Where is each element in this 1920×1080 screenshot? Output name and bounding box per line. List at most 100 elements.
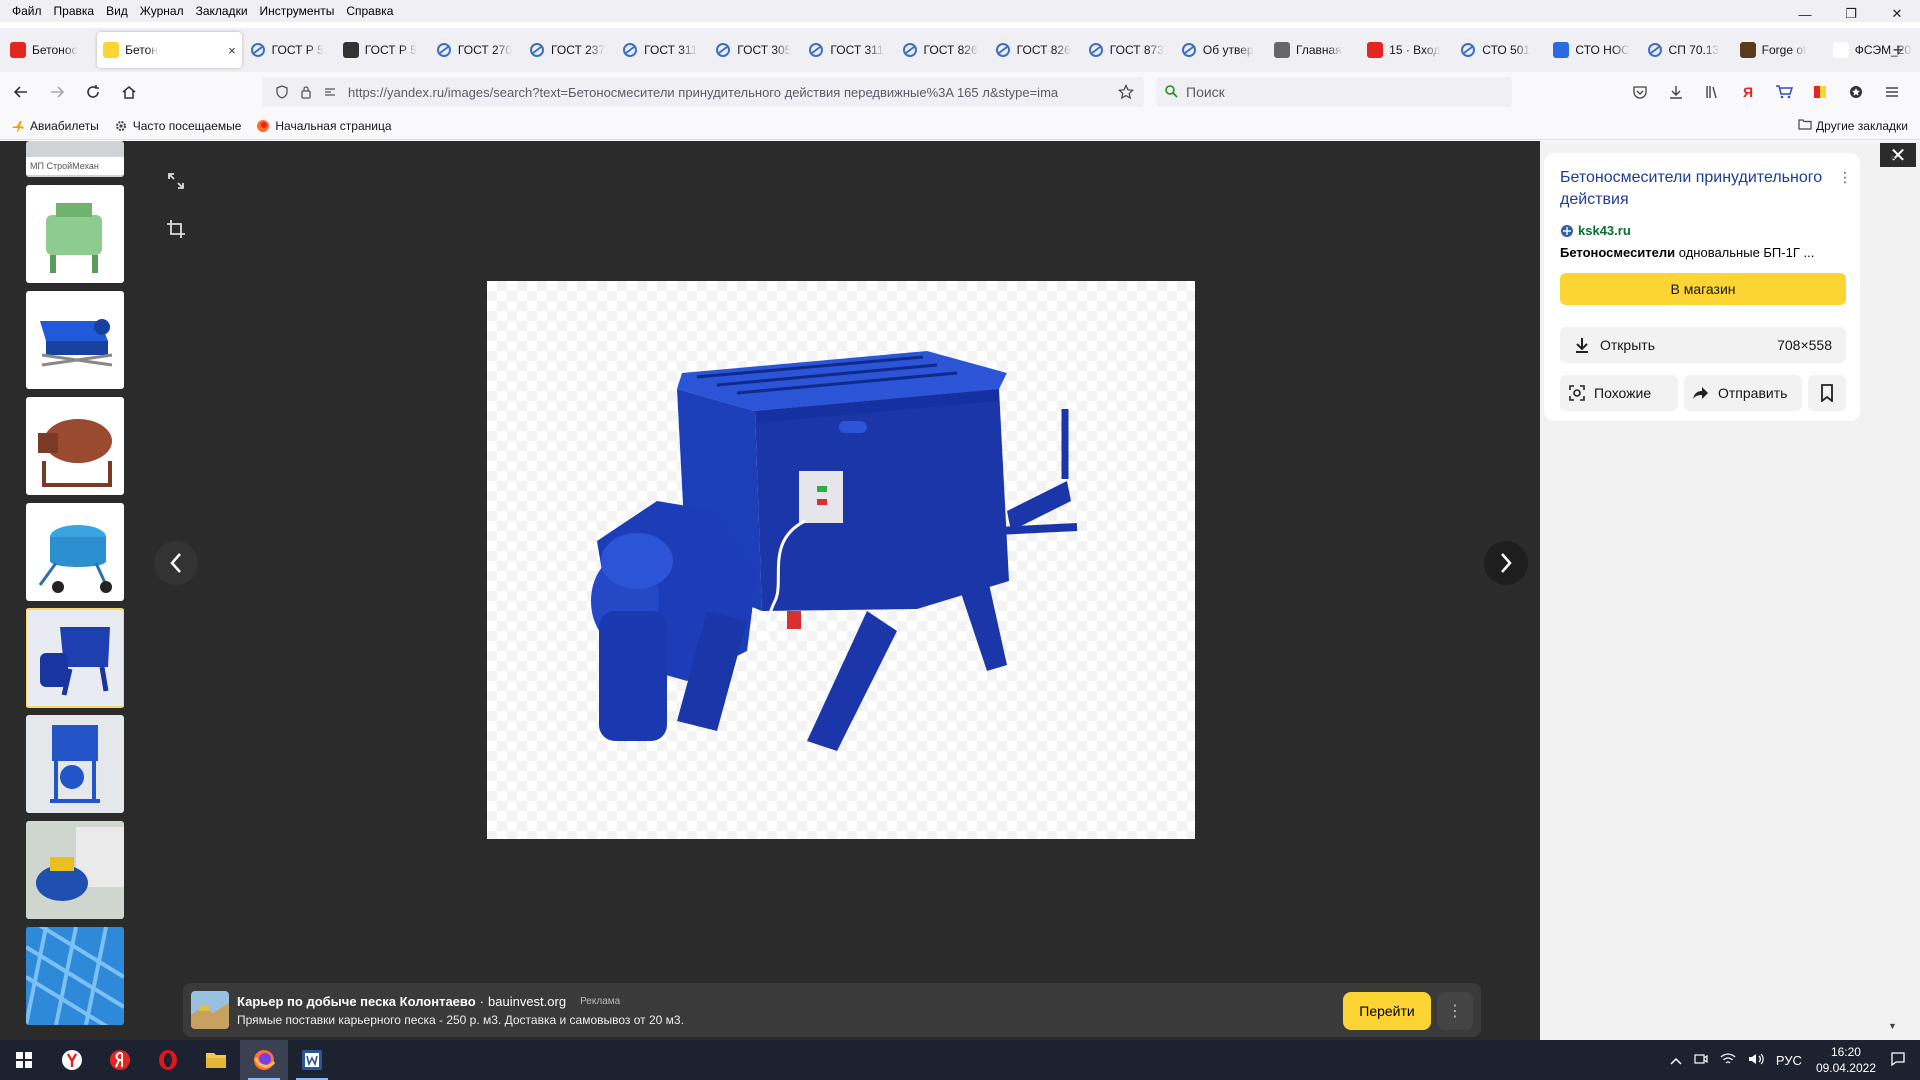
thumbnail-item-selected[interactable]	[26, 608, 124, 708]
taskbar-yandex-browser[interactable]	[48, 1040, 96, 1080]
site-link[interactable]: ksk43.ru	[1560, 223, 1631, 238]
similar-button[interactable]: Похожие	[1560, 375, 1678, 411]
bookmark-aviabilety[interactable]: Авиабилеты	[10, 118, 99, 134]
save-bookmark-button[interactable]	[1808, 375, 1846, 411]
shop-button[interactable]: В магазин	[1560, 273, 1846, 305]
browser-tab[interactable]: ГОСТ 311	[616, 32, 707, 68]
tray-chevron-up-icon[interactable]	[1670, 1053, 1682, 1068]
browser-tab[interactable]: ГОСТ Р 5	[244, 32, 335, 68]
taskbar-yandex[interactable]	[96, 1040, 144, 1080]
browser-tab[interactable]: ГОСТ 826	[896, 32, 987, 68]
browser-tab[interactable]: Главная	[1268, 32, 1359, 68]
thumbnail-item[interactable]	[26, 185, 124, 283]
lock-icon[interactable]	[294, 80, 318, 104]
menu-help[interactable]: Справка	[340, 4, 399, 18]
taskbar-firefox[interactable]	[240, 1040, 288, 1080]
flag-extension-icon[interactable]	[1802, 77, 1838, 107]
url-bar[interactable]: https://yandex.ru/images/search?text=Бет…	[262, 77, 1144, 107]
browser-tab[interactable]: СП 70.13	[1641, 32, 1732, 68]
thumbnail-item[interactable]	[26, 397, 124, 495]
downloads-icon[interactable]	[1658, 77, 1694, 107]
bookmark-most-visited[interactable]: Часто посещаемые	[113, 118, 241, 134]
clock[interactable]: 16:20 09.04.2022	[1816, 1044, 1876, 1076]
menu-tools[interactable]: Инструменты	[254, 4, 341, 18]
library-icon[interactable]	[1694, 77, 1730, 107]
bookmark-star-icon[interactable]	[1114, 80, 1138, 104]
browser-tab[interactable]: ГОСТ 311	[802, 32, 893, 68]
search-bar[interactable]: Поиск	[1156, 77, 1512, 107]
scroll-down-icon[interactable]: ▼	[1888, 1021, 1897, 1031]
cart-icon[interactable]	[1766, 77, 1802, 107]
browser-tab[interactable]: ГОСТ 826	[989, 32, 1080, 68]
browser-tab[interactable]: 15 · Вход	[1361, 32, 1452, 68]
ad-banner[interactable]: Карьер по добыче песка Колонтаево · baui…	[183, 983, 1481, 1037]
tracking-shield-icon[interactable]	[270, 80, 294, 104]
thumbnail-item[interactable]	[26, 503, 124, 601]
close-viewer-button[interactable]: ✕	[1880, 143, 1916, 167]
reload-button[interactable]	[78, 77, 108, 107]
pocket-icon[interactable]	[1622, 77, 1658, 107]
share-button[interactable]: Отправить	[1684, 375, 1802, 411]
browser-tab[interactable]: ГОСТ 270	[430, 32, 521, 68]
taskbar-opera[interactable]	[144, 1040, 192, 1080]
forward-button[interactable]	[42, 77, 72, 107]
menu-file[interactable]: Файл	[6, 4, 48, 18]
fullscreen-icon[interactable]	[160, 165, 192, 197]
volume-icon[interactable]	[1748, 1052, 1764, 1069]
yandex-bar-icon[interactable]: Я	[1730, 77, 1766, 107]
taskbar-word[interactable]	[288, 1040, 336, 1080]
menu-edit[interactable]: Правка	[48, 4, 101, 18]
browser-tab[interactable]: ГОСТ 305	[709, 32, 800, 68]
browser-tab[interactable]: Бетонос	[4, 32, 95, 68]
minimize-button[interactable]: —	[1782, 0, 1828, 28]
open-image-button[interactable]: Открыть 708×558	[1560, 327, 1846, 363]
permissions-icon[interactable]	[318, 80, 342, 104]
ad-go-button[interactable]: Перейти	[1343, 992, 1431, 1030]
thumbnail-item[interactable]	[26, 821, 124, 919]
main-image[interactable]	[487, 281, 1195, 839]
new-tab-button[interactable]: +	[1884, 36, 1912, 64]
taskbar-file-explorer[interactable]	[192, 1040, 240, 1080]
product-title[interactable]: Бетоносмесители принудительного действия	[1560, 167, 1840, 211]
home-button[interactable]	[114, 77, 144, 107]
thumbnail-item[interactable]	[26, 715, 124, 813]
meet-now-icon[interactable]	[1694, 1052, 1708, 1069]
back-button[interactable]	[6, 77, 36, 107]
menu-view[interactable]: Вид	[100, 4, 134, 18]
close-window-button[interactable]: ✕	[1874, 0, 1920, 28]
browser-tab[interactable]: ГОСТ Р 5	[337, 32, 428, 68]
browser-tab[interactable]: ГОСТ 237	[523, 32, 614, 68]
bookmark-home-page[interactable]: Начальная страница	[255, 118, 392, 134]
menu-bookmarks[interactable]: Закладки	[190, 4, 254, 18]
browser-tab[interactable]: Forge of	[1734, 32, 1825, 68]
ad-more-button[interactable]: ⋮	[1437, 992, 1473, 1030]
next-image-button[interactable]	[1484, 541, 1528, 585]
url-text[interactable]: https://yandex.ru/images/search?text=Бет…	[348, 85, 1114, 100]
ad-title[interactable]: Карьер по добыче песка Колонтаево	[237, 994, 476, 1009]
browser-tab[interactable]: Бетон ×	[97, 32, 242, 68]
tab-close-button[interactable]: ×	[228, 43, 236, 58]
wifi-icon[interactable]	[1720, 1052, 1736, 1069]
thumbnail-item[interactable]: МП СтройМехан	[26, 141, 124, 177]
browser-tab[interactable]: СТО НОС	[1547, 32, 1638, 68]
previous-image-button[interactable]	[154, 541, 198, 585]
clock-date: 09.04.2022	[1815, 1061, 1876, 1075]
hamburger-menu-icon[interactable]	[1874, 77, 1910, 107]
notifications-icon[interactable]	[1890, 1051, 1906, 1070]
panel-scrollbar[interactable]: ▲ ▼	[1888, 151, 1898, 1031]
browser-tab[interactable]: СТО 501	[1454, 32, 1545, 68]
crop-icon[interactable]	[160, 213, 192, 245]
start-button[interactable]	[0, 1040, 48, 1080]
browser-tab[interactable]: ГОСТ 873	[1082, 32, 1173, 68]
scroll-up-icon[interactable]: ▲	[1888, 151, 1897, 161]
other-bookmarks[interactable]: Другие закладки	[1798, 118, 1908, 133]
restore-button[interactable]: ❐	[1828, 0, 1874, 28]
extension-icon[interactable]	[1838, 77, 1874, 107]
thumbnail-item[interactable]	[26, 291, 124, 389]
menu-history[interactable]: Журнал	[134, 4, 190, 18]
card-menu-button[interactable]: ⋮	[1838, 169, 1852, 186]
thumbnail-item[interactable]	[26, 927, 124, 1025]
ad-domain[interactable]: bauinvest.org	[488, 994, 566, 1009]
language-indicator[interactable]: РУС	[1776, 1053, 1802, 1068]
browser-tab[interactable]: Об утвер	[1175, 32, 1266, 68]
